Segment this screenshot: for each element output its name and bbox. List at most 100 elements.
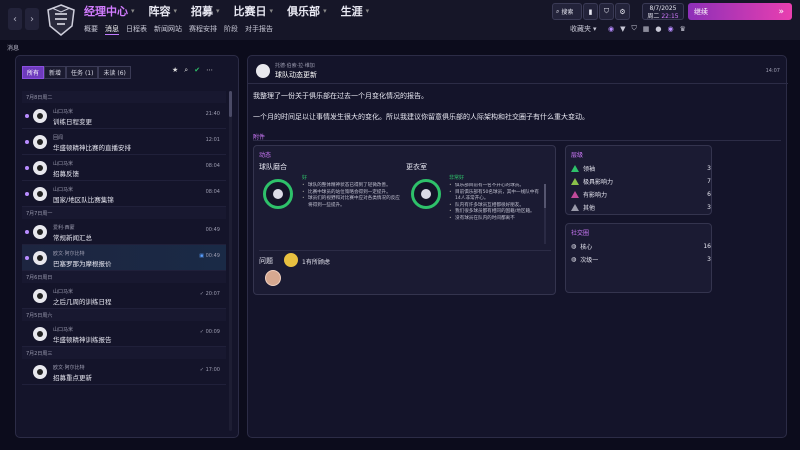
forward-button[interactable]: › — [25, 8, 39, 30]
dressing-room-title: 更衣室 — [406, 163, 427, 171]
star-icon[interactable]: ★ — [172, 66, 178, 75]
avatar — [33, 289, 47, 303]
read-check-icon: ✓ — [199, 329, 204, 335]
tab-news-site[interactable]: 新闻网站 — [154, 24, 182, 35]
chat-icon[interactable]: ◉ — [667, 25, 673, 33]
avatar — [33, 187, 47, 201]
tab-overview[interactable]: 概要 — [84, 24, 98, 35]
menu-matchday[interactable]: 比赛日 ▾ — [234, 3, 274, 19]
unread-dot — [25, 114, 29, 118]
read-check-icon: ✓ — [199, 367, 204, 373]
message-item[interactable]: 山口马米 华盛顿精神训练报告 ✓ 00:09 — [22, 321, 226, 347]
dressing-room-ring-icon — [411, 179, 441, 209]
trophy-icon[interactable]: ♛ — [680, 25, 686, 33]
scrollbar-thumb[interactable] — [229, 91, 232, 117]
divider — [253, 140, 781, 141]
page-title: 消息 — [7, 45, 20, 52]
chat-icon: ▣ — [199, 253, 204, 259]
social-groups-card[interactable]: 社交圈 ◍ 核心 16 ◍ 次级一 3 — [565, 223, 712, 293]
pyramid-icon — [571, 164, 579, 172]
hierarchy-row: 有影响力 6 — [571, 188, 711, 200]
favorites-dropdown[interactable]: 收藏夹 ▾ — [570, 24, 597, 34]
hierarchy-row: 领袖 3 — [571, 162, 711, 174]
filter-unread[interactable]: 未读 (6) — [98, 66, 131, 79]
sender-avatar[interactable] — [256, 64, 270, 78]
filter-tasks[interactable]: 任务 (1) — [66, 66, 99, 79]
main-menu: 经理中心 ▾ 阵容 ▾ 招募 ▾ 比赛日 ▾ 俱乐部 ▾ 生涯 ▾ — [84, 3, 383, 19]
chevron-down-icon: ▾ — [173, 7, 178, 15]
social-circle-icon: ◍ — [571, 242, 577, 250]
message-item[interactable]: 回闻 华盛顿精神比赛的直播安排 12:01 — [22, 129, 226, 155]
message-item[interactable]: 山口马米 招募反馈 08:04 — [22, 155, 226, 181]
avatar — [33, 135, 47, 149]
gear-icon: ⚙ — [619, 7, 626, 16]
chevron-down-icon: ▾ — [269, 7, 274, 15]
message-title: 球队动态更新 — [275, 71, 317, 79]
player-avatar[interactable] — [265, 270, 281, 286]
shield-icon: ⛉ — [603, 7, 610, 15]
tab-fixtures[interactable]: 赛程安排 — [189, 24, 217, 35]
filter-new[interactable]: 新增 — [44, 66, 67, 79]
menu-squad[interactable]: 阵容 ▾ — [149, 3, 178, 19]
chevron-left-icon: ‹ — [13, 13, 17, 25]
tab-opponent-report[interactable]: 对手报告 — [245, 24, 273, 35]
person-icon[interactable]: ● — [655, 25, 661, 33]
read-check-icon: ✓ — [199, 291, 204, 297]
chevron-down-icon: ▾ — [131, 7, 135, 15]
search-icon[interactable]: ⌕ — [184, 66, 188, 75]
message-item-selected[interactable]: 欧文·阿尔比特 巴塞罗那为摩根报价 ▣ 00:49 — [22, 245, 226, 271]
dynamics-card[interactable]: 动态 球队磨合 好 球队的整体精神状态已得到了轻微改善。 比赛中球员的站位策略会… — [253, 145, 556, 295]
sub-menu: 概要 消息 日程表 新闻网站 赛程安排 阶段 对手报告 — [84, 24, 280, 35]
message-item[interactable]: 山口马米 国家/地区队比赛集锦 08:04 — [22, 181, 226, 207]
social-circle-icon: ◍ — [571, 255, 577, 263]
tab-inbox[interactable]: 消息 — [105, 24, 119, 35]
hierarchy-row: 其他 3 — [571, 201, 711, 213]
chevron-down-icon: ▾ — [216, 7, 220, 15]
tab-schedule[interactable]: 日程表 — [126, 24, 147, 35]
list-scrollbar[interactable] — [229, 91, 232, 431]
club-crest-icon[interactable] — [46, 4, 76, 36]
club-button[interactable]: ⛉ — [599, 3, 614, 20]
avatar — [33, 251, 47, 265]
more-icon[interactable]: ⋯ — [206, 66, 213, 75]
avatar — [33, 327, 47, 341]
continue-button[interactable]: 继续 » — [688, 3, 792, 20]
chevron-down-icon: ▾ — [365, 7, 370, 15]
settings-button[interactable]: ⚙ — [615, 3, 630, 20]
worried-face-icon — [284, 253, 298, 267]
chevron-down-icon: ▾ — [593, 25, 597, 33]
points-scrollbar[interactable] — [544, 184, 546, 244]
filter-all[interactable]: 所有 — [22, 66, 45, 79]
inbox-panel: 所有 新增 任务 (1) 未读 (6) ★ ⌕ ✔ ⋯ 7月8日周二 山口马米 … — [15, 55, 239, 438]
avatar — [33, 225, 47, 239]
shield-icon[interactable]: ⛉ — [632, 24, 637, 33]
tab-stages[interactable]: 阶段 — [224, 24, 238, 35]
hierarchy-card[interactable]: 层级 领袖 3 极具影响力 7 有影响力 6 其他 3 — [565, 145, 712, 215]
message-header: 托德·伯索·拉·维加 球队动态更新 14:07 — [248, 56, 788, 84]
quick-links: ◉ ▼ ⛉ ▦ ● ◉ ♛ — [608, 24, 686, 33]
message-item[interactable]: 山口马米 之后几周的训练日程 ✓ 20:07 — [22, 283, 226, 309]
message-item[interactable]: 爱利·西蒙 常规新闻汇总 00:49 — [22, 219, 226, 245]
shirt-icon[interactable]: ▼ — [620, 25, 625, 33]
social-row: ◍ 核心 16 — [571, 242, 711, 251]
menu-recruitment[interactable]: 招募 ▾ — [191, 3, 220, 19]
date-header: 7月2日周三 — [22, 347, 226, 359]
date-header: 7月6日周日 — [22, 271, 226, 283]
message-body-line: 一个月的时间足以让事情发生很大的变化。所以我建议你留意俱乐部的人际架构和社交圈子… — [253, 113, 589, 121]
menu-manager-center[interactable]: 经理中心 ▾ — [84, 3, 135, 19]
chevron-down-icon: ▾ — [323, 7, 327, 15]
message-item[interactable]: 欧文·阿尔比特 招募重点更新 ✓ 17:00 — [22, 359, 226, 385]
message-item[interactable]: 山口马米 训练日程变更 21:40 — [22, 103, 226, 129]
menu-club[interactable]: 俱乐部 ▾ — [287, 3, 327, 19]
avatar — [33, 109, 47, 123]
grid-icon[interactable]: ▦ — [643, 25, 650, 33]
bookmark-button[interactable]: ▮ — [583, 3, 598, 20]
cohesion-ring-icon — [263, 179, 293, 209]
message-list: 7月8日周二 山口马米 训练日程变更 21:40 回闻 华盛顿精神比赛的直播安排… — [22, 91, 226, 437]
check-icon[interactable]: ✔ — [194, 66, 200, 75]
back-button[interactable]: ‹ — [8, 8, 22, 30]
hierarchy-row: 极具影响力 7 — [571, 175, 711, 187]
menu-career[interactable]: 生涯 ▾ — [341, 3, 370, 19]
search-button[interactable]: ⌕ 搜索 — [552, 3, 582, 20]
chat-icon[interactable]: ◉ — [608, 25, 614, 33]
